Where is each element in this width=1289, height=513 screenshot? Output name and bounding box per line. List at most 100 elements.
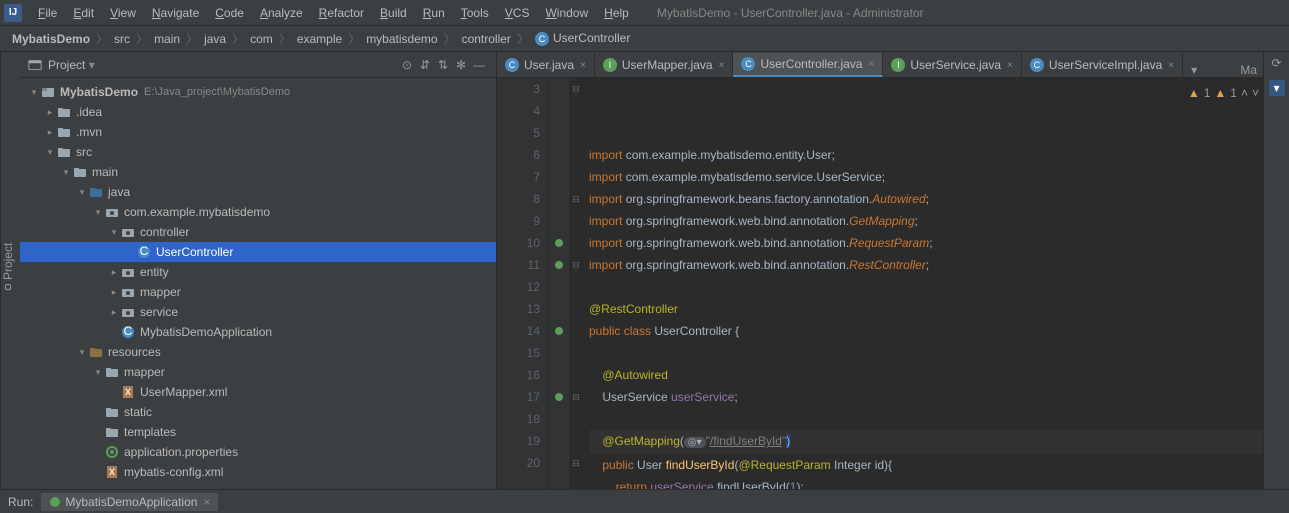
editor-tab-user[interactable]: C User.java × [497, 53, 595, 77]
tree-item-mybatis-config-xml[interactable]: x mybatis-config.xml [20, 462, 496, 482]
breadcrumb-item[interactable]: mybatisdemo [362, 32, 441, 46]
menu-window[interactable]: Window [537, 6, 596, 20]
tree-arrow-icon[interactable]: ▾ [76, 187, 88, 198]
tree-arrow-icon[interactable]: ▸ [44, 127, 56, 138]
menu-analyze[interactable]: Analyze [252, 6, 311, 20]
menu-help[interactable]: Help [596, 6, 637, 20]
code-line[interactable]: import com.example.mybatisdemo.entity.Us… [589, 144, 1263, 166]
code-line[interactable]: @RestController [589, 298, 1263, 320]
tree-arrow-icon[interactable]: ▾ [92, 367, 104, 378]
tree-item-mybatisdemo[interactable]: ▾ MybatisDemo E:\Java_project\MybatisDem… [20, 82, 496, 102]
menu-code[interactable]: Code [207, 6, 252, 20]
tree-item-application-properties[interactable]: application.properties [20, 442, 496, 462]
code-line[interactable]: import com.example.mybatisdemo.service.U… [589, 166, 1263, 188]
breadcrumb-item[interactable]: java [200, 32, 230, 46]
close-tab-icon[interactable]: × [580, 60, 586, 71]
tree-item-src[interactable]: ▾ src [20, 142, 496, 162]
tree-item-resources[interactable]: ▾ resources [20, 342, 496, 362]
code-line[interactable]: @GetMapping(◎▾"/findUserById") [589, 430, 1263, 454]
tree-arrow-icon[interactable]: ▾ [92, 207, 104, 218]
tree-item-templates[interactable]: templates [20, 422, 496, 442]
tree-arrow-icon[interactable]: ▾ [60, 167, 72, 178]
fold-column[interactable]: ⊟⊟⊟⊟⊟ [569, 78, 583, 489]
tree-item-entity[interactable]: ▸ entity [20, 262, 496, 282]
breadcrumb-item[interactable]: src [110, 32, 134, 46]
code-line[interactable]: import org.springframework.beans.factory… [589, 188, 1263, 210]
code-line[interactable]: public class UserController { [589, 320, 1263, 342]
code-area[interactable]: ▲1 ▲1 ˄ ˅ import com.example.mybatisdemo… [583, 78, 1263, 489]
menu-run[interactable]: Run [415, 6, 453, 20]
tree-arrow-icon[interactable]: ▸ [108, 287, 120, 298]
menu-navigate[interactable]: Navigate [144, 6, 207, 20]
menu-tools[interactable]: Tools [453, 6, 497, 20]
tab-overflow[interactable]: Ma [1234, 63, 1263, 77]
project-tree[interactable]: ▾ MybatisDemo E:\Java_project\MybatisDem… [20, 78, 496, 489]
tree-item-com-example-mybatisdemo[interactable]: ▾ com.example.mybatisdemo [20, 202, 496, 222]
inspection-widget[interactable]: ▲1 ▲1 ˄ ˅ [1188, 82, 1259, 104]
editor-tab-usercontroller[interactable]: C UserController.java × [733, 53, 883, 77]
tree-item--mvn[interactable]: ▸ .mvn [20, 122, 496, 142]
tree-arrow-icon[interactable]: ▸ [108, 307, 120, 318]
breadcrumb-item[interactable]: CUserController [531, 31, 634, 46]
breadcrumb-item[interactable]: com [246, 32, 277, 46]
close-tab-icon[interactable]: × [868, 59, 874, 70]
refresh-icon[interactable]: ⟳ [1269, 56, 1285, 72]
code-line[interactable]: @Autowired [589, 364, 1263, 386]
tree-item-usermapper-xml[interactable]: x UserMapper.xml [20, 382, 496, 402]
breadcrumb-item[interactable]: example [293, 32, 346, 46]
close-tab-icon[interactable]: × [1007, 60, 1013, 71]
tree-arrow-icon[interactable]: ▸ [44, 107, 56, 118]
menu-vcs[interactable]: VCS [497, 6, 538, 20]
tree-item-usercontroller[interactable]: C UserController [20, 242, 496, 262]
menu-view[interactable]: View [102, 6, 144, 20]
tabs-dropdown-icon[interactable]: ▾ [1183, 63, 1205, 77]
code-line[interactable] [589, 342, 1263, 364]
menu-file[interactable]: File [30, 6, 65, 20]
tree-item-static[interactable]: static [20, 402, 496, 422]
expand-all-icon[interactable]: ⇵ [416, 58, 434, 72]
editor-tab-usermapper[interactable]: I UserMapper.java × [595, 53, 734, 77]
breadcrumb-item[interactable]: MybatisDemo [8, 32, 94, 46]
tree-arrow-icon[interactable]: ▾ [28, 87, 40, 98]
collapse-all-icon[interactable]: ⇅ [434, 58, 452, 72]
breadcrumb-item[interactable]: controller [458, 32, 515, 46]
next-highlight-icon[interactable]: ˅ [1252, 82, 1259, 104]
menu-edit[interactable]: Edit [65, 6, 102, 20]
project-panel-title[interactable]: Project ▾ [48, 58, 398, 72]
run-config-tab[interactable]: MybatisDemoApplication × [41, 493, 218, 511]
tree-arrow-icon[interactable]: ▾ [44, 147, 56, 158]
code-line[interactable]: return userService.findUserById(1); [589, 476, 1263, 489]
editor-tab-userservice[interactable]: I UserService.java × [883, 53, 1022, 77]
tree-item-controller[interactable]: ▾ controller [20, 222, 496, 242]
close-tab-icon[interactable]: × [719, 60, 725, 71]
settings-icon[interactable]: ✻ [452, 58, 470, 72]
editor-tab-userserviceimpl[interactable]: C UserServiceImpl.java × [1022, 53, 1183, 77]
code-line[interactable] [589, 408, 1263, 430]
breadcrumb-item[interactable]: main [150, 32, 184, 46]
code-line[interactable] [589, 276, 1263, 298]
tree-item-mybatisdemoapplication[interactable]: C MybatisDemoApplication [20, 322, 496, 342]
menu-build[interactable]: Build [372, 6, 415, 20]
code-line[interactable]: import org.springframework.web.bind.anno… [589, 210, 1263, 232]
hide-icon[interactable]: — [470, 58, 488, 72]
code-line[interactable]: UserService userService; [589, 386, 1263, 408]
select-opened-file-icon[interactable]: ⊙ [398, 58, 416, 72]
close-icon[interactable]: × [203, 495, 210, 509]
tool-window-stripe-left[interactable]: Project [0, 52, 20, 489]
code-line[interactable]: public User findUserById(@RequestParam I… [589, 454, 1263, 476]
tree-item-service[interactable]: ▸ service [20, 302, 496, 322]
tree-arrow-icon[interactable]: ▾ [108, 227, 120, 238]
prev-highlight-icon[interactable]: ˄ [1241, 82, 1248, 104]
tree-item-mapper[interactable]: ▾ mapper [20, 362, 496, 382]
code-line[interactable]: import org.springframework.web.bind.anno… [589, 232, 1263, 254]
tree-item-mapper[interactable]: ▸ mapper [20, 282, 496, 302]
tree-arrow-icon[interactable]: ▾ [76, 347, 88, 358]
tree-item-java[interactable]: ▾ java [20, 182, 496, 202]
close-tab-icon[interactable]: × [1168, 60, 1174, 71]
menu-refactor[interactable]: Refactor [311, 6, 372, 20]
tree-item-main[interactable]: ▾ main [20, 162, 496, 182]
tree-item--idea[interactable]: ▸ .idea [20, 102, 496, 122]
editor-body[interactable]: 34567891011121314151617181920 ⊟⊟⊟⊟⊟ ▲1 ▲… [497, 78, 1263, 489]
dropdown-icon[interactable]: ▾ [1269, 80, 1285, 96]
tree-arrow-icon[interactable]: ▸ [108, 267, 120, 278]
